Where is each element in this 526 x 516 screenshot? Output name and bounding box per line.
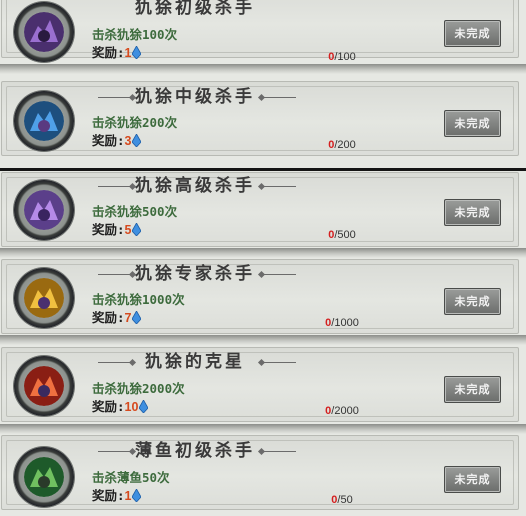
reward-amount: 1: [124, 46, 132, 60]
achievement-icon: [14, 356, 74, 416]
achievement-icon: [14, 447, 74, 507]
progress-counter: 0/500: [328, 229, 356, 241]
gem-icon: [132, 223, 142, 236]
reward-amount: 10: [124, 400, 139, 414]
gem-icon: [139, 400, 149, 413]
achievement-title: 犰狳初级杀手: [135, 0, 255, 18]
progress-counter: 0/100: [328, 51, 356, 63]
incomplete-button[interactable]: 未完成: [444, 376, 501, 403]
reward-row: 奖励:3: [92, 130, 142, 149]
progress-counter: 0/200: [328, 139, 356, 151]
incomplete-button[interactable]: 未完成: [444, 288, 501, 315]
incomplete-button[interactable]: 未完成: [444, 110, 501, 137]
incomplete-button[interactable]: 未完成: [444, 199, 501, 226]
gem-icon: [132, 311, 142, 324]
reward-amount: 7: [124, 311, 132, 325]
progress-counter: 0/50: [331, 494, 353, 506]
achievement-description: 击杀犰狳100次: [92, 27, 178, 42]
reward-row: 奖励:10: [92, 396, 149, 415]
achievement-description: 击杀犰狳2000次: [92, 381, 185, 396]
progress-counter: 0/2000: [325, 405, 359, 417]
incomplete-button[interactable]: 未完成: [444, 466, 501, 493]
achievement-description: 击杀薄鱼50次: [92, 470, 170, 485]
reward-row: 奖励:5: [92, 219, 142, 238]
reward-row: 奖励:1: [92, 42, 142, 61]
achievement-description: 击杀犰狳1000次: [92, 292, 185, 307]
gem-icon: [132, 134, 142, 147]
gem-icon: [132, 46, 142, 59]
reward-row: 奖励:1: [92, 485, 142, 504]
reward-amount: 5: [124, 223, 132, 237]
achievement-list: 犰狳初级杀手 击杀犰狳100次 奖励:1 0/100 未完成 犰狳中级杀手 击杀…: [0, 0, 526, 516]
reward-amount: 1: [124, 489, 132, 503]
achievement-icon: [14, 268, 74, 328]
achievement-icon: [14, 2, 74, 62]
gem-icon: [132, 489, 142, 502]
incomplete-button[interactable]: 未完成: [444, 20, 501, 47]
achievement-description: 击杀犰狳200次: [92, 115, 178, 130]
achievement-icon: [14, 91, 74, 151]
achievement-icon: [14, 180, 74, 240]
progress-counter: 0/1000: [325, 317, 359, 329]
achievement-description: 击杀犰狳500次: [92, 204, 178, 219]
reward-amount: 3: [124, 134, 132, 148]
reward-row: 奖励:7: [92, 307, 142, 326]
